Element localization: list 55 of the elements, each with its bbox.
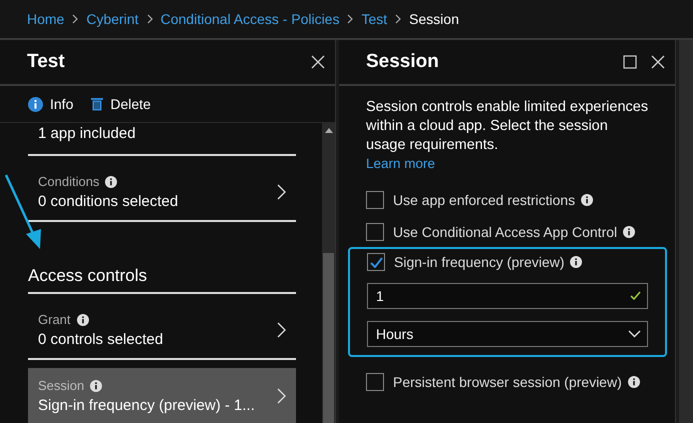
info-icon	[76, 314, 89, 326]
option-label: Sign-in frequency (preview)	[394, 254, 582, 270]
chevron-separator-icon	[146, 14, 152, 24]
info-icon	[90, 380, 102, 392]
chevron-separator-icon	[347, 14, 354, 24]
blade-title: Test	[27, 51, 65, 73]
chevron-separator-icon	[72, 14, 78, 24]
section-heading: Access controls	[28, 266, 296, 294]
delete-button[interactable]: Delete	[91, 96, 151, 112]
blade-title: Session	[366, 51, 439, 73]
option-label: Use Conditional Access App Control	[393, 224, 636, 240]
info-icon	[581, 194, 594, 206]
info-icon	[623, 226, 636, 238]
info-icon	[28, 96, 43, 112]
info-icon	[628, 376, 640, 388]
checkbox[interactable]	[366, 191, 384, 209]
checkbox[interactable]	[366, 373, 384, 391]
info-button[interactable]: Info	[28, 96, 74, 112]
breadcrumb-link[interactable]: Cyberint	[86, 11, 138, 27]
breadcrumb-link[interactable]: Conditional Access - Policies	[160, 11, 340, 27]
breadcrumb-link[interactable]: Home	[27, 11, 64, 27]
policy-item[interactable]: Session Sign-in frequency (preview) - 1...	[28, 368, 296, 423]
info-icon	[570, 256, 582, 268]
scrollbar[interactable]	[322, 123, 335, 423]
item-label: Conditions	[38, 174, 178, 189]
policy-item[interactable]: Conditions 0 conditions selected	[28, 164, 296, 222]
breadcrumb-link[interactable]: Test	[361, 11, 388, 27]
chevron-right-icon	[277, 184, 286, 200]
item-value: 0 conditions selected	[38, 193, 178, 210]
option-label: Persistent browser session (preview)	[393, 374, 640, 390]
trash-icon	[91, 97, 104, 111]
item-label: Session	[38, 378, 255, 393]
frequency-input[interactable]: 1	[367, 283, 648, 309]
option-label: Use app enforced restrictions	[393, 192, 594, 208]
close-button[interactable]	[651, 55, 665, 69]
description-text: Session controls enable limited experiences within a cloud app. Select the session usage requirements.	[366, 98, 649, 155]
unit-dropdown[interactable]: Hours	[367, 321, 648, 347]
checkbox[interactable]	[366, 223, 384, 241]
chevron-down-icon	[628, 330, 641, 338]
policy-item[interactable]: Grant 0 controls selected	[28, 302, 296, 360]
info-icon	[105, 176, 118, 188]
checkbox[interactable]	[367, 253, 385, 271]
breadcrumb-link[interactable]: Session	[409, 11, 459, 27]
policy-item[interactable]: 1 app included	[28, 123, 296, 156]
chevron-separator-icon	[395, 14, 402, 24]
item-value: 1 app included	[38, 125, 136, 142]
learn-more-link[interactable]: Learn more	[366, 156, 649, 171]
maximize-button[interactable]	[623, 55, 637, 69]
scroll-up-icon[interactable]	[324, 127, 332, 133]
close-button[interactable]	[311, 55, 325, 69]
item-value: 0 controls selected	[38, 331, 164, 348]
chevron-right-icon	[277, 322, 286, 338]
item-value: Sign-in frequency (preview) - 1...	[38, 397, 255, 414]
chevron-right-icon	[277, 388, 286, 404]
item-label: Grant	[38, 312, 164, 327]
